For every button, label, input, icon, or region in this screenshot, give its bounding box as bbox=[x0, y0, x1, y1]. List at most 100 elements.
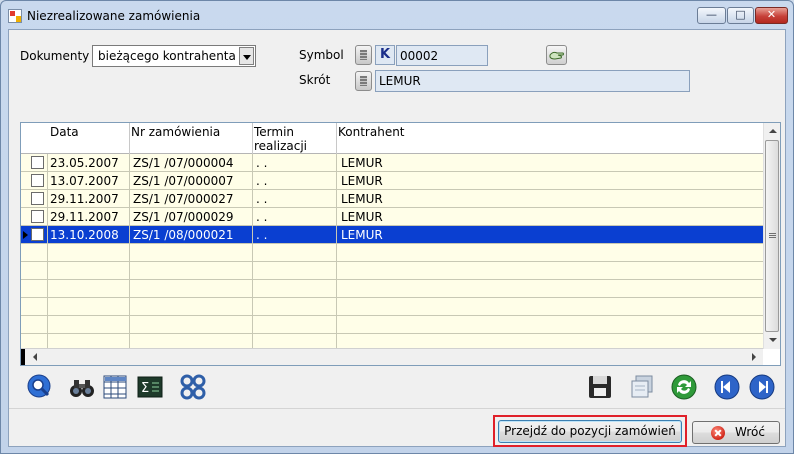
refresh-button[interactable] bbox=[670, 373, 698, 401]
row-checkbox[interactable] bbox=[31, 228, 44, 241]
column-separator bbox=[47, 154, 48, 348]
symbol-field[interactable]: 00002 bbox=[396, 45, 488, 66]
preview-button[interactable] bbox=[26, 373, 54, 401]
przejdz-do-pozycji-button[interactable]: Przejdź do pozycji zamówień bbox=[498, 420, 682, 443]
row-checkbox[interactable] bbox=[31, 192, 44, 205]
scroll-up-icon[interactable] bbox=[764, 123, 780, 140]
column-header-kontrahent[interactable]: Kontrahent bbox=[338, 125, 405, 139]
vertical-scrollbar[interactable] bbox=[763, 123, 780, 349]
cell-kontrahent: LEMUR bbox=[341, 192, 383, 206]
confirm-contractor-button[interactable] bbox=[546, 45, 567, 65]
cell-data: 29.11.2007 bbox=[50, 210, 119, 224]
cell-data: 13.10.2008 bbox=[50, 228, 119, 242]
table-row[interactable]: 13.07.2007 ZS/1 /07/000007 . . LEMUR bbox=[21, 172, 763, 190]
symbol-field-value: 00002 bbox=[400, 49, 439, 63]
orders-grid[interactable]: Data Nr zamówienia Termin realizacji Kon… bbox=[20, 122, 781, 366]
empty-table-row[interactable] bbox=[21, 316, 763, 334]
scrollbar-thumb[interactable] bbox=[765, 140, 779, 332]
column-separator bbox=[336, 154, 337, 348]
column-header-termin[interactable]: Termin realizacji bbox=[254, 125, 324, 153]
copy-button[interactable] bbox=[627, 373, 655, 401]
filter-icon bbox=[180, 374, 206, 400]
hand-pointer-icon bbox=[549, 51, 564, 60]
sum-button[interactable]: Σ bbox=[136, 373, 164, 401]
cell-nr-zamowienia: ZS/1 /07/000027 bbox=[133, 192, 234, 206]
row-checkbox[interactable] bbox=[31, 174, 44, 187]
scroll-left-icon[interactable] bbox=[27, 349, 44, 365]
save-button[interactable] bbox=[586, 373, 614, 401]
cell-termin-realizacji: . . bbox=[256, 210, 268, 224]
scrollbar-thumb[interactable] bbox=[21, 349, 25, 365]
scroll-right-icon[interactable] bbox=[746, 349, 763, 365]
search-button[interactable] bbox=[68, 373, 96, 401]
cell-nr-zamowienia: ZS/1 /07/000004 bbox=[133, 156, 234, 170]
close-button[interactable]: ✕ bbox=[755, 7, 788, 24]
cell-kontrahent: LEMUR bbox=[341, 228, 383, 242]
cell-nr-zamowienia: ZS/1 /07/000007 bbox=[133, 174, 234, 188]
cell-nr-zamowienia: ZS/1 /07/000029 bbox=[133, 210, 234, 224]
window-title: Niezrealizowane zamówienia bbox=[27, 9, 201, 23]
cell-termin-realizacji: . . bbox=[256, 174, 268, 188]
column-separator bbox=[252, 154, 253, 348]
current-row-indicator-icon bbox=[23, 231, 28, 239]
skrot-lookup-button[interactable] bbox=[355, 71, 372, 91]
table-row[interactable]: 23.05.2007 ZS/1 /07/000004 . . LEMUR bbox=[21, 154, 763, 172]
table-row[interactable]: 29.11.2007 ZS/1 /07/000027 . . LEMUR bbox=[21, 190, 763, 208]
wroc-label: Wróć bbox=[735, 425, 765, 439]
wroc-button[interactable]: Wróć bbox=[692, 421, 780, 444]
column-separator[interactable] bbox=[252, 123, 253, 154]
dokumenty-select[interactable]: bieżącego kontrahenta bbox=[92, 45, 256, 67]
window-client-area: Dokumenty bieżącego kontrahenta Symbol K… bbox=[8, 29, 786, 447]
skrot-label: Skrót bbox=[299, 73, 331, 87]
table-row[interactable]: 29.11.2007 ZS/1 /07/000029 . . LEMUR bbox=[21, 208, 763, 226]
cell-termin-realizacji: . . bbox=[256, 192, 268, 206]
scroll-down-icon[interactable] bbox=[764, 332, 780, 349]
cell-data: 13.07.2007 bbox=[50, 174, 119, 188]
skrot-field-value: LEMUR bbox=[379, 74, 421, 88]
cell-kontrahent: LEMUR bbox=[341, 156, 383, 170]
grid-header: Data Nr zamówienia Termin realizacji Kon… bbox=[21, 123, 763, 154]
svg-text:Σ: Σ bbox=[141, 381, 149, 396]
column-header-nr[interactable]: Nr zamówienia bbox=[131, 125, 220, 139]
cell-termin-realizacji: . . bbox=[256, 156, 268, 170]
column-separator[interactable] bbox=[336, 123, 337, 154]
minimize-button[interactable]: — bbox=[697, 7, 726, 24]
column-separator[interactable] bbox=[129, 123, 130, 154]
filter-button[interactable] bbox=[179, 373, 207, 401]
empty-table-row[interactable] bbox=[21, 298, 763, 316]
maximize-button[interactable]: □ bbox=[727, 7, 754, 24]
cell-kontrahent: LEMUR bbox=[341, 210, 383, 224]
prev-icon bbox=[714, 374, 740, 400]
toolbar-divider bbox=[9, 408, 785, 409]
column-header-data[interactable]: Data bbox=[50, 125, 79, 139]
title-bar[interactable]: Niezrealizowane zamówienia — □ ✕ bbox=[1, 1, 793, 29]
cell-nr-zamowienia: ZS/1 /08/000021 bbox=[133, 228, 234, 242]
next-icon bbox=[749, 374, 775, 400]
dokumenty-label: Dokumenty bbox=[20, 49, 90, 63]
main-window: Niezrealizowane zamówienia — □ ✕ Dokumen… bbox=[0, 0, 794, 454]
empty-table-row[interactable] bbox=[21, 244, 763, 262]
refresh-icon bbox=[671, 374, 697, 400]
column-separator bbox=[129, 154, 130, 348]
row-checkbox[interactable] bbox=[31, 210, 44, 223]
skrot-field[interactable]: LEMUR bbox=[375, 70, 690, 92]
horizontal-scrollbar[interactable] bbox=[21, 348, 763, 365]
cell-termin-realizacji: . . bbox=[256, 228, 268, 242]
cell-kontrahent: LEMUR bbox=[341, 174, 383, 188]
previous-record-button[interactable] bbox=[713, 373, 741, 401]
row-checkbox[interactable] bbox=[31, 156, 44, 169]
binoculars-icon bbox=[70, 380, 94, 397]
empty-table-row[interactable] bbox=[21, 280, 763, 298]
sum-icon: Σ bbox=[137, 376, 163, 398]
chevron-down-icon[interactable] bbox=[239, 47, 254, 65]
cell-data: 23.05.2007 bbox=[50, 156, 119, 170]
symbol-prefix-badge: K bbox=[375, 45, 395, 65]
table-row[interactable]: 13.10.2008 ZS/1 /08/000021 . . LEMUR bbox=[21, 226, 763, 244]
empty-table-row[interactable] bbox=[21, 262, 763, 280]
save-icon bbox=[589, 376, 611, 398]
preview-icon bbox=[27, 374, 51, 398]
columns-button[interactable] bbox=[101, 373, 129, 401]
close-icon bbox=[711, 426, 725, 440]
next-record-button[interactable] bbox=[748, 373, 776, 401]
symbol-lookup-button[interactable] bbox=[355, 45, 372, 65]
